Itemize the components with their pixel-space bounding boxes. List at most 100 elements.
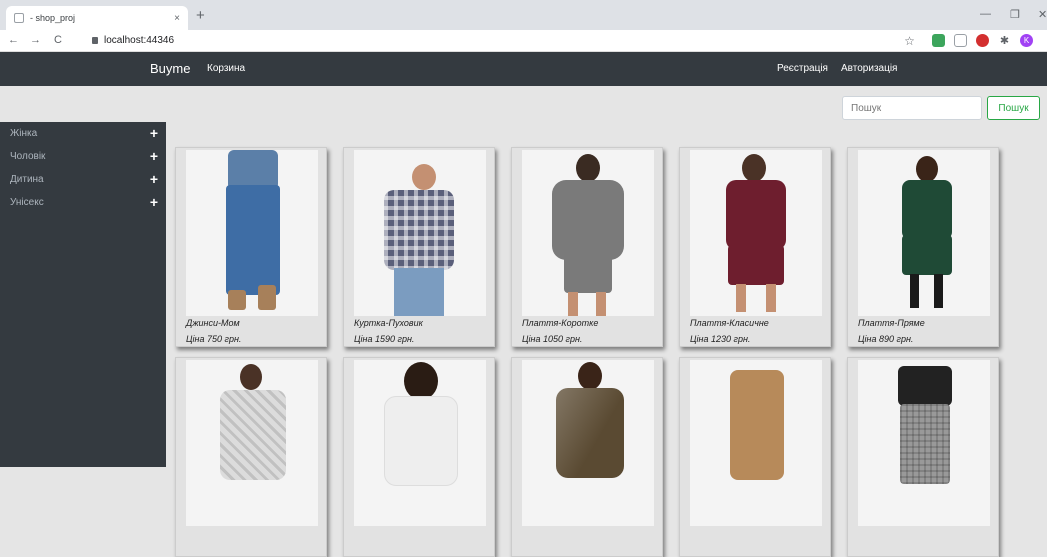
site-navbar: Buyme Корзина Реєстрація Авторизація (0, 52, 1047, 86)
new-tab-button[interactable]: + (196, 7, 205, 24)
lock-icon (92, 37, 98, 44)
url-field[interactable]: localhost:44346 (92, 35, 174, 46)
login-link[interactable]: Авторизація (841, 63, 897, 74)
sidebar-item-label: Чоловік (10, 151, 46, 162)
product-card[interactable]: Плаття-Пряме Ціна 890 грн. (847, 147, 999, 347)
product-name[interactable]: Плаття-Пряме (858, 318, 925, 328)
product-figure-bottom (902, 235, 952, 275)
restore-button[interactable]: ❐ (1010, 8, 1020, 21)
minimize-button[interactable]: — (980, 8, 991, 20)
product-figure-top (902, 180, 952, 240)
product-image[interactable] (186, 150, 318, 316)
product-image[interactable] (186, 360, 318, 526)
product-card[interactable] (679, 357, 831, 557)
register-link[interactable]: Реєстрація (777, 63, 828, 74)
plus-icon[interactable]: + (150, 125, 158, 141)
puzzle-icon[interactable]: ✱ (998, 34, 1011, 47)
product-figure-top (384, 190, 454, 270)
search-input[interactable] (842, 96, 982, 120)
product-name[interactable]: Плаття-Коротке (522, 318, 598, 328)
boot-icon (258, 285, 276, 310)
product-figure-bottom (900, 404, 950, 484)
head-shape (576, 154, 600, 182)
opera-icon[interactable] (976, 34, 989, 47)
product-figure-bottom (226, 185, 280, 295)
product-card[interactable] (511, 357, 663, 557)
product-image[interactable] (690, 150, 822, 316)
pocket-icon[interactable] (954, 34, 967, 47)
sidebar-item-unisex[interactable]: Унісекс + (0, 191, 166, 214)
star-icon[interactable]: ☆ (903, 34, 916, 48)
product-figure-top (228, 150, 278, 190)
reload-button[interactable]: C (54, 34, 62, 46)
profile-avatar[interactable]: K (1020, 34, 1033, 47)
head-shape (742, 154, 766, 182)
tab-title: - shop_proj (30, 13, 76, 23)
browser-tab[interactable]: - shop_proj × (6, 6, 188, 30)
tab-close-icon[interactable]: × (174, 13, 180, 24)
product-image[interactable] (858, 150, 990, 316)
brand-logo[interactable]: Buyme (150, 61, 190, 76)
close-window-button[interactable]: ✕ (1038, 8, 1047, 21)
leg-shape (934, 274, 943, 308)
address-bar: ← → C localhost:44346 ☆ ✱ K (0, 30, 1047, 52)
product-name[interactable]: Плаття-Класичне (690, 318, 769, 328)
product-price: Ціна 750 грн. (186, 334, 242, 344)
page-favicon-icon (14, 13, 24, 23)
head-shape (578, 362, 602, 390)
plus-icon[interactable]: + (150, 194, 158, 210)
product-image[interactable] (354, 150, 486, 316)
forward-button[interactable]: → (30, 34, 41, 46)
product-figure-bottom (728, 245, 784, 285)
head-shape (240, 364, 262, 390)
product-image[interactable] (522, 360, 654, 526)
sidebar-item-label: Дитина (10, 174, 44, 185)
product-card[interactable] (847, 357, 999, 557)
browser-tab-bar: - shop_proj × + — ❐ ✕ (0, 0, 1047, 30)
product-name[interactable]: Джинси-Мом (186, 318, 240, 328)
product-card[interactable]: Куртка-Пуховик Ціна 1590 грн. (343, 147, 495, 347)
product-figure-top (730, 370, 784, 480)
product-card[interactable] (175, 357, 327, 557)
category-sidebar: Жінка + Чоловік + Дитина + Унісекс + (0, 122, 166, 467)
product-price: Ціна 890 грн. (858, 334, 914, 344)
plus-icon[interactable]: + (150, 171, 158, 187)
product-card[interactable]: Джинси-Мом Ціна 750 грн. (175, 147, 327, 347)
product-figure-bottom (394, 268, 444, 316)
product-name[interactable]: Куртка-Пуховик (354, 318, 423, 328)
head-shape (404, 362, 438, 400)
back-button[interactable]: ← (8, 34, 19, 46)
sidebar-item-label: Унісекс (10, 197, 44, 208)
product-figure-top (898, 366, 952, 406)
product-image[interactable] (858, 360, 990, 526)
product-price: Ціна 1590 грн. (354, 334, 415, 344)
product-card[interactable]: Плаття-Класичне Ціна 1230 грн. (679, 147, 831, 347)
head-shape (412, 164, 436, 190)
url-text: localhost:44346 (104, 35, 175, 46)
leg-shape (766, 284, 776, 312)
boot-icon (228, 290, 246, 310)
leg-shape (736, 284, 746, 312)
product-price: Ціна 1230 грн. (690, 334, 751, 344)
product-image[interactable] (690, 360, 822, 526)
sidebar-item-women[interactable]: Жінка + (0, 122, 166, 145)
sidebar-item-child[interactable]: Дитина + (0, 168, 166, 191)
search-button[interactable]: Пошук (987, 96, 1040, 120)
sidebar-item-men[interactable]: Чоловік + (0, 145, 166, 168)
cart-link[interactable]: Корзина (207, 63, 245, 74)
product-image[interactable] (522, 150, 654, 316)
product-figure-top (556, 388, 624, 478)
leg-shape (596, 292, 606, 316)
product-figure-top (726, 180, 786, 250)
extension-green-icon[interactable] (932, 34, 945, 47)
leg-shape (910, 274, 919, 308)
product-card[interactable]: Плаття-Коротке Ціна 1050 грн. (511, 147, 663, 347)
product-card[interactable] (343, 357, 495, 557)
product-price: Ціна 1050 грн. (522, 334, 583, 344)
product-image[interactable] (354, 360, 486, 526)
product-figure-top (384, 396, 458, 486)
product-figure-top (552, 180, 624, 260)
product-figure-bottom (564, 255, 612, 293)
plus-icon[interactable]: + (150, 148, 158, 164)
head-shape (916, 156, 938, 182)
